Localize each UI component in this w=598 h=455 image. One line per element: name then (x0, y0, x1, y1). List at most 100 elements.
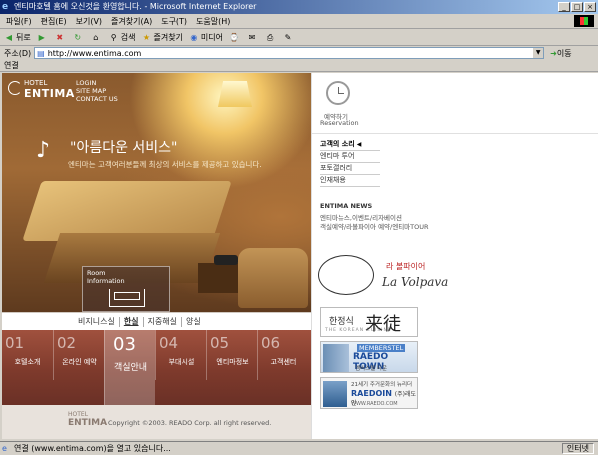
menu-hotel-intro[interactable]: 01 호텔소개 (2, 330, 53, 380)
room-type-mediterranean[interactable]: 지중해실 (144, 317, 182, 327)
banner3-brand: RAEDOIN (351, 389, 392, 398)
music-note-icon: ♪ (36, 138, 51, 163)
room-type-bar: 비지니스실 한실 지중해실 양실 (2, 312, 311, 330)
reservation-label-en[interactable]: Reservation (320, 119, 359, 127)
address-label: 주소(D) (4, 48, 32, 58)
banner2-line3: 멤버스텔 타운 (355, 366, 388, 372)
print-button[interactable]: ⎙ (265, 33, 277, 43)
hero-image: HOTEL ENTIMA LOGIN SITE MAP CONTACT US ♪… (2, 73, 311, 312)
menu-facilities[interactable]: 04 부대시설 (155, 330, 206, 380)
banner3-line1: 21세기 주거문화의 뉴리더 (351, 382, 413, 388)
logo-entima-text[interactable]: ENTIMA (24, 87, 75, 100)
security-zone: 인터넷 (561, 443, 594, 454)
maximize-button[interactable]: □ (571, 2, 583, 12)
side-menu-gallery[interactable]: 포토갤러리 (320, 163, 380, 175)
clock-icon[interactable] (326, 81, 350, 105)
hotel-logo-icon (8, 81, 22, 95)
menu-number: 04 (159, 334, 179, 352)
menu-favorites[interactable]: 즐겨찾기(A) (111, 16, 152, 27)
home-button[interactable]: ⌂ (91, 33, 103, 43)
side-menu-tour[interactable]: 엔티마 투어 (320, 151, 380, 163)
room-type-korean[interactable]: 한실 (120, 317, 144, 327)
login-link[interactable]: LOGIN (76, 79, 118, 87)
favorites-label: 즐겨찾기 (153, 33, 183, 42)
phone-shape (214, 255, 238, 265)
side-menu-recruit[interactable]: 인재채용 (320, 175, 380, 187)
tagline-subtitle: 엔티마는 고객여러분들께 최상의 서비스를 제공하고 있습니다. (68, 160, 262, 169)
window-controls: _ □ × (558, 2, 596, 12)
building-icon (323, 381, 347, 407)
back-button[interactable]: ◀ 뒤로 (4, 32, 31, 43)
contact-link[interactable]: CONTACT US (76, 95, 118, 103)
lamp-shape (218, 81, 252, 107)
forward-arrow-icon: ▶ (38, 32, 45, 42)
room-type-western[interactable]: 양실 (182, 317, 205, 327)
address-input[interactable]: ▤ http://www.entima.com ▼ (34, 47, 545, 59)
bed-shape (22, 181, 232, 241)
news-title: ENTIMA NEWS (320, 202, 373, 210)
menu-online-reservation[interactable]: 02 온라인 예약 (53, 330, 104, 380)
history-button[interactable]: ⌚ (229, 33, 241, 43)
media-label: 미디어 (200, 33, 224, 42)
menu-label: 엔티마정보 (216, 358, 249, 366)
address-url: http://www.entima.com (47, 48, 142, 58)
menu-edit[interactable]: 편집(E) (41, 16, 67, 27)
menu-label: 온라인 예약 (62, 358, 97, 366)
dining-table-icon (318, 255, 374, 295)
news-item[interactable]: 객실예약/라볼파이아 예약/엔티마TOUR (320, 221, 429, 231)
side-menu-customer-voice[interactable]: 고객의 소리 (320, 139, 380, 151)
window-title-bar[interactable]: e 엔티마호텔 홈에 오신것을 환영합니다. - Microsoft Inter… (0, 0, 598, 14)
media-button[interactable]: ◉ 미디어 (189, 32, 223, 43)
search-button[interactable]: ⚲ 검색 (109, 32, 136, 43)
go-label: 이동 (556, 48, 572, 58)
menu-help[interactable]: 도움말(H) (196, 16, 230, 27)
menu-entima-info[interactable]: 05 엔티마정보 (206, 330, 257, 380)
footer: HOTEL ENTIMA Copyright ©2003. READO Corp… (2, 405, 311, 439)
menu-file[interactable]: 파일(F) (6, 16, 32, 27)
star-icon: ★ (142, 32, 151, 42)
divider (312, 133, 598, 134)
refresh-button[interactable]: ↻ (73, 33, 85, 43)
forward-button[interactable]: ▶ (37, 33, 49, 43)
main-menu: 01 호텔소개 02 온라인 예약 03 객실안내 04 부대시설 05 엔티마… (2, 330, 311, 405)
mail-button[interactable]: ✉ (247, 33, 259, 43)
toolbar: ◀ 뒤로 ▶ ✖ ↻ ⌂ ⚲ 검색 ★ 즐겨찾기 ◉ 미디어 ⌚ ✉ ⎙ ✎ (0, 30, 598, 46)
menubar: 파일(F) 편집(E) 보기(V) 즐겨찾기(A) 도구(T) 도움말(H) (0, 14, 598, 29)
home-icon: ⌂ (93, 32, 99, 42)
go-arrow-icon: ➜ (550, 48, 557, 58)
room-type-business[interactable]: 비지니스실 (74, 317, 120, 327)
favorites-button[interactable]: ★ 즐겨찾기 (141, 32, 183, 43)
edit-icon: ✎ (284, 32, 292, 42)
go-button[interactable]: ➜이동 (550, 48, 571, 59)
print-icon: ⎙ (266, 32, 274, 42)
korean-cuisine-banner[interactable]: 한정식 来徒 THE KOREAN CUISINE (320, 307, 418, 337)
ie-icon: e (2, 2, 9, 12)
raedoin-banner[interactable]: 21세기 주거문화의 뉴리더 RAEDOIN (주)래도인 WWW.RAEDO.… (320, 377, 418, 409)
close-button[interactable]: × (584, 2, 596, 12)
room-information-button[interactable]: Room Information (82, 266, 170, 312)
footer-logo-entima: ENTIMA (68, 418, 108, 428)
sitemap-link[interactable]: SITE MAP (76, 87, 118, 95)
chevron-down-icon[interactable]: ▼ (533, 48, 544, 58)
links-bar[interactable]: 연결 (0, 60, 598, 72)
menu-label: 호텔소개 (14, 358, 41, 366)
tagline: "아름다운 서비스" (70, 140, 178, 156)
banner2-line1: MEMBERSTEL (357, 344, 406, 352)
links-label: 연결 (4, 61, 19, 70)
menu-number: 06 (261, 334, 281, 352)
stop-icon: ✖ (56, 32, 64, 42)
logo-hotel-text: HOTEL (24, 79, 48, 87)
menu-number: 02 (57, 334, 77, 352)
menu-tools[interactable]: 도구(T) (161, 16, 187, 27)
raedo-town-banner[interactable]: MEMBERSTEL RAEDO TOWN 멤버스텔 타운 (320, 341, 418, 373)
menu-customer-center[interactable]: 06 고객센터 (257, 330, 308, 380)
top-links: LOGIN SITE MAP CONTACT US (76, 79, 118, 103)
stop-button[interactable]: ✖ (55, 33, 67, 43)
la-volpava-banner[interactable]: 라 볼파이어 La Volpava (316, 251, 456, 301)
menu-view[interactable]: 보기(V) (76, 16, 102, 27)
minimize-button[interactable]: _ (558, 2, 570, 12)
back-label: 뒤로 (16, 33, 31, 42)
menu-room-guide[interactable]: 03 객실안내 (104, 330, 155, 405)
edit-button[interactable]: ✎ (283, 33, 295, 43)
right-column: 예약하기 Reservation 고객의 소리 엔티마 투어 포토갤러리 인재채… (311, 73, 598, 439)
